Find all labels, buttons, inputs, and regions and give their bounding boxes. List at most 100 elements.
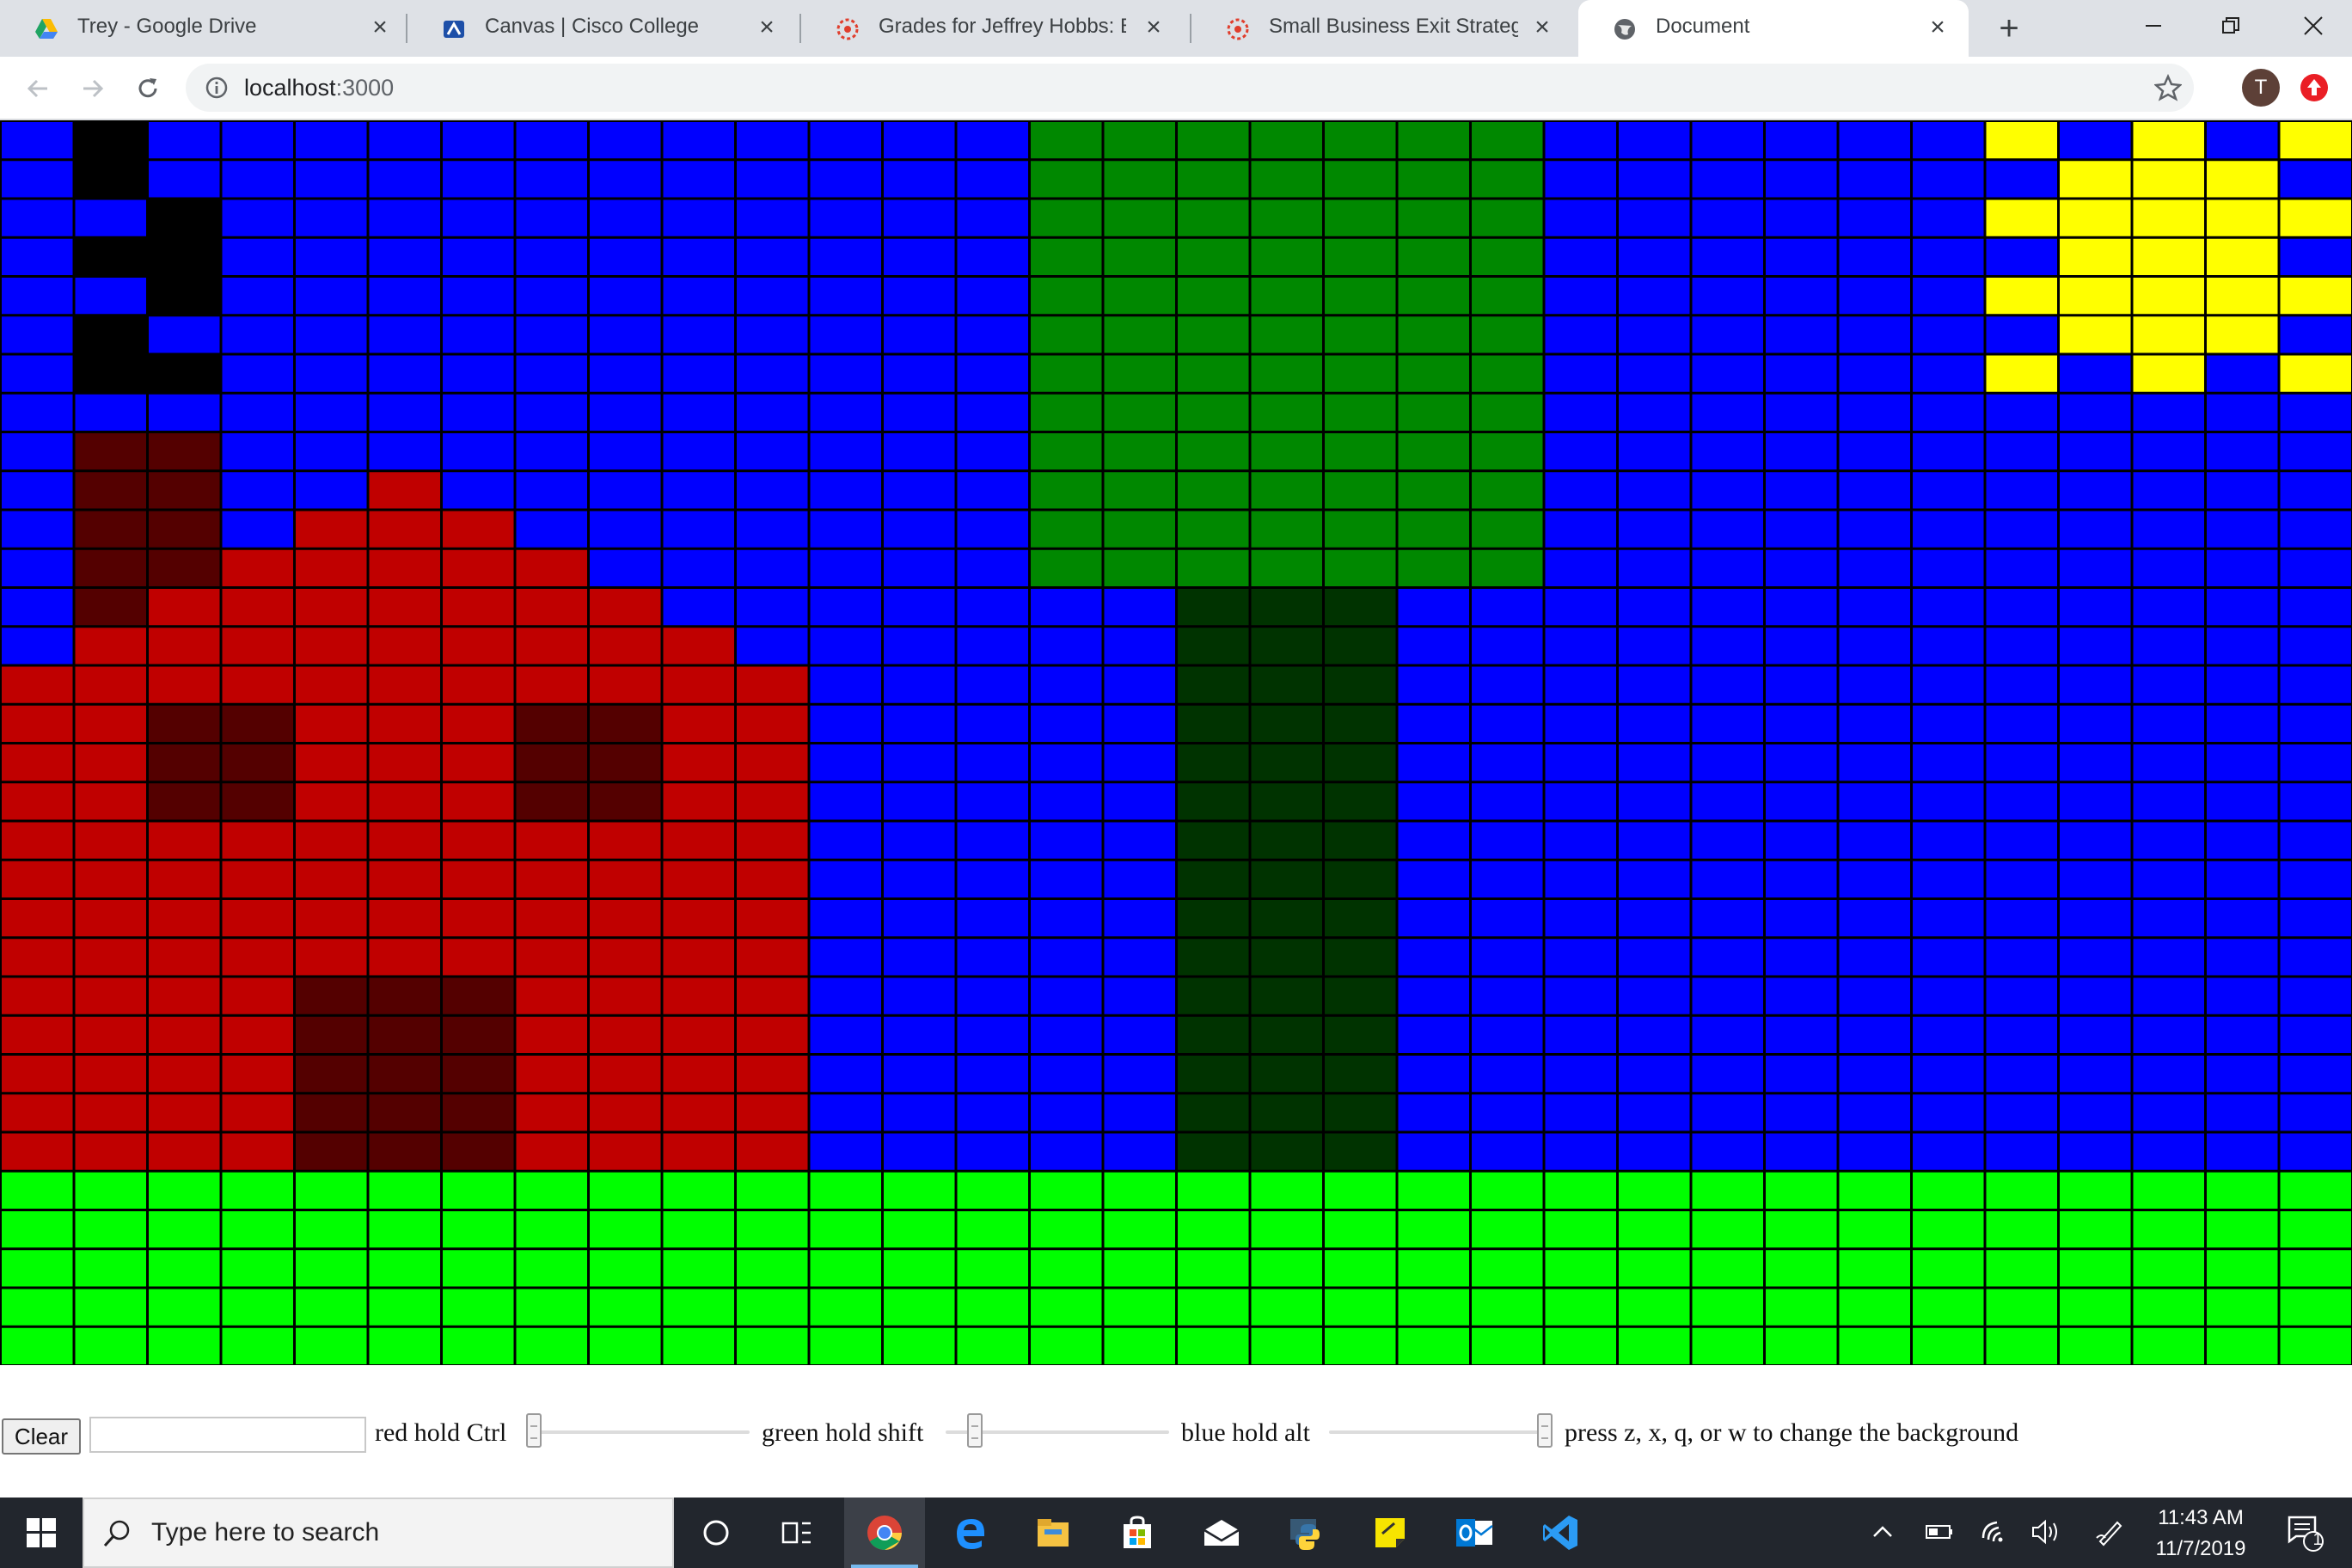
- grid-cell[interactable]: [1619, 161, 1690, 198]
- grid-cell[interactable]: [1545, 278, 1617, 315]
- grid-cell[interactable]: [1986, 1094, 2058, 1131]
- grid-cell[interactable]: [810, 939, 882, 976]
- grid-cell[interactable]: [1766, 783, 1837, 820]
- grid-cell[interactable]: [1031, 278, 1102, 315]
- grid-cell[interactable]: [1913, 977, 1984, 1014]
- grid-cell[interactable]: [1986, 744, 2058, 781]
- grid-cell[interactable]: [2133, 238, 2205, 275]
- grid-cell[interactable]: [2207, 238, 2278, 275]
- grid-cell[interactable]: [663, 1289, 735, 1326]
- grid-cell[interactable]: [1325, 355, 1396, 392]
- grid-cell[interactable]: [1692, 666, 1764, 703]
- grid-cell[interactable]: [149, 316, 220, 353]
- grid-cell[interactable]: [1398, 1016, 1470, 1053]
- grid-cell[interactable]: [1766, 939, 1837, 976]
- close-window-button[interactable]: [2275, 0, 2352, 52]
- grid-cell[interactable]: [2060, 199, 2131, 236]
- grid-cell[interactable]: [1251, 1056, 1323, 1093]
- grid-cell[interactable]: [1766, 122, 1837, 159]
- grid-cell[interactable]: [1986, 122, 2058, 159]
- grid-cell[interactable]: [443, 861, 514, 897]
- grid-cell[interactable]: [1619, 977, 1690, 1014]
- grid-cell[interactable]: [222, 1094, 294, 1131]
- grid-cell[interactable]: [2060, 589, 2131, 626]
- back-button[interactable]: [17, 68, 58, 109]
- grid-cell[interactable]: [1986, 589, 2058, 626]
- grid-cell[interactable]: [2133, 744, 2205, 781]
- grid-cell[interactable]: [1692, 472, 1764, 509]
- close-tab-icon[interactable]: ×: [364, 12, 395, 43]
- star-icon[interactable]: [2154, 74, 2182, 101]
- grid-cell[interactable]: [1472, 861, 1543, 897]
- grid-cell[interactable]: [590, 744, 661, 781]
- grid-cell[interactable]: [369, 861, 441, 897]
- grid-cell[interactable]: [590, 1133, 661, 1170]
- grid-cell[interactable]: [516, 199, 588, 236]
- grid-cell[interactable]: [2060, 822, 2131, 859]
- grid-cell[interactable]: [296, 783, 367, 820]
- grid-cell[interactable]: [149, 628, 220, 665]
- grid-cell[interactable]: [1398, 1133, 1470, 1170]
- grid-cell[interactable]: [2207, 355, 2278, 392]
- grid-cell[interactable]: [1692, 511, 1764, 548]
- grid-cell[interactable]: [1104, 1094, 1176, 1131]
- grid-cell[interactable]: [1839, 1056, 1911, 1093]
- grid-cell[interactable]: [2, 705, 73, 742]
- grid-cell[interactable]: [2207, 1250, 2278, 1287]
- grid-cell[interactable]: [590, 1016, 661, 1053]
- grid-cell[interactable]: [1839, 1172, 1911, 1209]
- grid-cell[interactable]: [296, 549, 367, 586]
- grid-cell[interactable]: [1839, 549, 1911, 586]
- grid-cell[interactable]: [663, 122, 735, 159]
- grid-cell[interactable]: [2060, 705, 2131, 742]
- grid-cell[interactable]: [1251, 1172, 1323, 1209]
- grid-cell[interactable]: [1178, 161, 1249, 198]
- grid-cell[interactable]: [1104, 822, 1176, 859]
- grid-cell[interactable]: [663, 1211, 735, 1248]
- grid-cell[interactable]: [1104, 783, 1176, 820]
- grid-cell[interactable]: [2, 199, 73, 236]
- grid-cell[interactable]: [1545, 705, 1617, 742]
- grid-cell[interactable]: [1913, 278, 1984, 315]
- grid-cell[interactable]: [222, 705, 294, 742]
- minimize-button[interactable]: [2115, 0, 2192, 52]
- grid-cell[interactable]: [957, 666, 1029, 703]
- grid-cell[interactable]: [149, 511, 220, 548]
- grid-cell[interactable]: [1398, 977, 1470, 1014]
- grid-cell[interactable]: [1251, 705, 1323, 742]
- grid-cell[interactable]: [1913, 238, 1984, 275]
- grid-cell[interactable]: [2060, 1094, 2131, 1131]
- grid-cell[interactable]: [369, 161, 441, 198]
- grid-cell[interactable]: [1251, 1327, 1323, 1364]
- grid-cell[interactable]: [1913, 628, 1984, 665]
- grid-cell[interactable]: [296, 861, 367, 897]
- grid-cell[interactable]: [296, 278, 367, 315]
- grid-cell[interactable]: [1619, 628, 1690, 665]
- grid-cell[interactable]: [1031, 1289, 1102, 1326]
- grid-cell[interactable]: [296, 977, 367, 1014]
- grid-cell[interactable]: [75, 511, 147, 548]
- grid-cell[interactable]: [2060, 355, 2131, 392]
- grid-cell[interactable]: [884, 861, 955, 897]
- grid-cell[interactable]: [443, 472, 514, 509]
- grid-cell[interactable]: [516, 161, 588, 198]
- grid-cell[interactable]: [1104, 511, 1176, 548]
- grid-cell[interactable]: [1104, 1172, 1176, 1209]
- grid-cell[interactable]: [516, 783, 588, 820]
- grid-cell[interactable]: [737, 433, 808, 470]
- grid-cell[interactable]: [516, 705, 588, 742]
- grid-cell[interactable]: [1325, 744, 1396, 781]
- grid-cell[interactable]: [737, 589, 808, 626]
- grid-cell[interactable]: [1545, 199, 1617, 236]
- grid-cell[interactable]: [1913, 1250, 1984, 1287]
- grid-cell[interactable]: [1986, 316, 2058, 353]
- grid-cell[interactable]: [1619, 1056, 1690, 1093]
- grid-cell[interactable]: [810, 394, 882, 431]
- grid-cell[interactable]: [1472, 1094, 1543, 1131]
- grid-cell[interactable]: [2280, 939, 2352, 976]
- grid-cell[interactable]: [1545, 628, 1617, 665]
- grid-cell[interactable]: [1251, 744, 1323, 781]
- grid-cell[interactable]: [149, 977, 220, 1014]
- grid-cell[interactable]: [75, 316, 147, 353]
- grid-cell[interactable]: [1325, 822, 1396, 859]
